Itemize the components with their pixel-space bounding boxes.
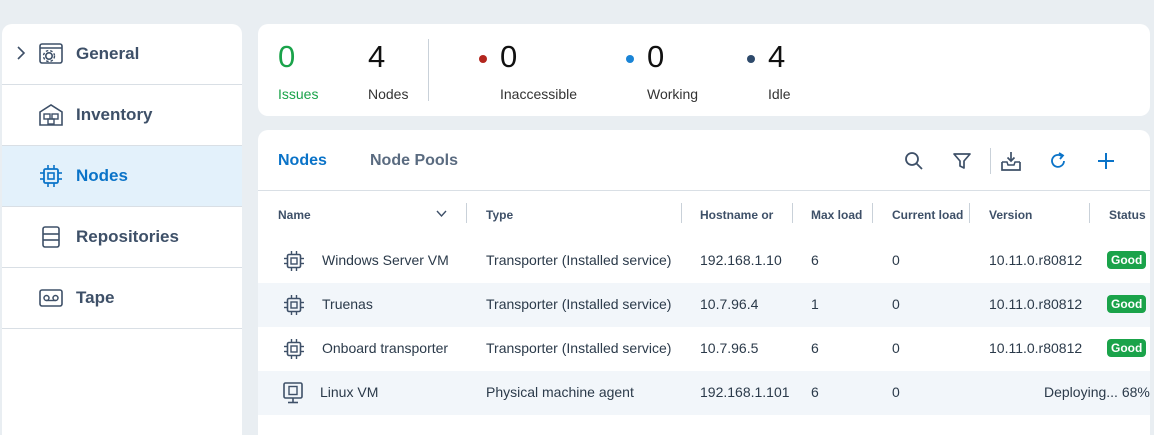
sidebar-item-inventory[interactable]: Inventory [2, 85, 242, 146]
sidebar-item-label: Tape [76, 288, 115, 307]
node-name[interactable]: Truenas [322, 296, 373, 312]
node-max-load: 6 [811, 252, 819, 268]
node-type: Transporter (Installed service) [486, 296, 672, 312]
sidebar-item-repositories[interactable]: Repositories [2, 207, 242, 268]
stat-label: Issues [278, 86, 319, 102]
table-row[interactable]: Linux VM Physical machine agent 192.168.… [258, 371, 1150, 415]
column-header-type[interactable]: Type [486, 208, 513, 222]
status-dot-red [479, 55, 487, 63]
sidebar-item-label: General [76, 44, 140, 63]
column-divider[interactable] [792, 203, 793, 223]
node-current-load: 0 [892, 252, 900, 268]
sidebar-item-label: Nodes [76, 166, 128, 185]
filter-icon[interactable] [951, 150, 973, 172]
node-type: Physical machine agent [486, 384, 634, 400]
search-icon[interactable] [903, 150, 925, 172]
stat-value: 0 [647, 39, 665, 74]
node-max-load: 6 [811, 384, 819, 400]
stat-value: 4 [768, 39, 786, 74]
node-name[interactable]: Linux VM [320, 384, 378, 400]
sidebar: General Inventory Nodes Repositories Tap… [2, 24, 242, 435]
sidebar-item-nodes[interactable]: Nodes [2, 146, 242, 207]
stat-label: Inaccessible [500, 86, 578, 102]
tab-node-pools[interactable]: Node Pools [370, 152, 458, 170]
node-hostname: 10.7.96.5 [700, 340, 759, 356]
status-dot-blue [626, 55, 634, 63]
node-type: Transporter (Installed service) [486, 340, 672, 356]
database-icon [38, 224, 64, 250]
node-current-load: 0 [892, 340, 900, 356]
node-current-load: 0 [892, 296, 900, 312]
column-divider[interactable] [969, 203, 970, 223]
tab-bar: Nodes Node Pools [258, 130, 1150, 191]
column-header-current-load[interactable]: Current load [892, 208, 963, 222]
chip-icon [284, 339, 304, 359]
node-type: Transporter (Installed service) [486, 252, 672, 268]
stat-issues[interactable]: 0 Issues [278, 39, 319, 103]
chip-icon [38, 163, 64, 189]
node-max-load: 6 [811, 340, 819, 356]
status-badge: Good [1107, 251, 1147, 269]
table-row[interactable]: Windows Server VM Transporter (Installed… [258, 239, 1150, 283]
tab-nodes[interactable]: Nodes [278, 152, 327, 170]
node-version: 10.11.0.r80812 [989, 340, 1083, 356]
stat-value: 4 [368, 39, 386, 74]
inventory-icon [38, 102, 64, 128]
deploy-status: Deploying... 68% [1044, 384, 1150, 400]
monitor-chip-icon [283, 382, 303, 404]
column-divider[interactable] [681, 203, 682, 223]
stat-label: Idle [768, 86, 791, 102]
stat-inaccessible[interactable]: 0 Inaccessible [479, 39, 578, 102]
summary-card: 0 Issues 4 Nodes 0 Inaccessible 0 Workin… [258, 24, 1150, 116]
stat-label: Nodes [368, 86, 409, 102]
table-row[interactable]: Truenas Transporter (Installed service) … [258, 283, 1150, 327]
stat-working[interactable]: 0 Working [626, 39, 699, 102]
column-divider[interactable] [872, 203, 873, 223]
toolbar-divider [990, 148, 991, 174]
status-badge: Good [1107, 295, 1147, 313]
column-header-status[interactable]: Status [1109, 208, 1146, 222]
table-header: Name Type Hostname or Max load Current l… [258, 191, 1150, 239]
tape-icon [38, 285, 64, 311]
chevron-down-icon[interactable] [436, 210, 447, 218]
status-badge: Good [1107, 339, 1147, 357]
sidebar-item-label: Repositories [76, 227, 179, 246]
column-header-max-load[interactable]: Max load [811, 208, 862, 222]
status-dot-navy [747, 55, 755, 63]
chip-icon [284, 295, 304, 315]
column-header-name[interactable]: Name [278, 208, 311, 222]
node-hostname: 10.7.96.4 [700, 296, 759, 312]
column-divider[interactable] [1089, 203, 1090, 223]
refresh-icon[interactable] [1047, 150, 1069, 172]
column-header-hostname[interactable]: Hostname or [700, 208, 773, 222]
column-divider[interactable] [466, 203, 467, 223]
node-hostname: 192.168.1.10 [700, 252, 782, 268]
sidebar-item-label: Inventory [76, 105, 153, 124]
nodes-panel: Nodes Node Pools Name Type Hostname or M… [258, 130, 1150, 435]
node-name[interactable]: Windows Server VM [322, 252, 449, 268]
import-icon[interactable] [1000, 150, 1022, 172]
node-name[interactable]: Onboard transporter [322, 340, 448, 356]
stat-label: Working [647, 86, 699, 102]
chevron-right-icon[interactable] [16, 46, 26, 60]
node-version: 10.11.0.r80812 [989, 252, 1083, 268]
stat-nodes[interactable]: 4 Nodes [368, 39, 409, 103]
chip-icon [284, 251, 304, 271]
node-current-load: 0 [892, 384, 900, 400]
stat-idle[interactable]: 4 Idle [747, 39, 791, 102]
stat-value: 0 [278, 39, 296, 74]
sidebar-item-tape[interactable]: Tape [2, 268, 242, 329]
sidebar-item-general[interactable]: General [2, 24, 242, 85]
add-icon[interactable] [1095, 150, 1117, 172]
node-max-load: 1 [811, 296, 819, 312]
stat-value: 0 [500, 39, 518, 74]
node-version: 10.11.0.r80812 [989, 296, 1083, 312]
node-hostname: 192.168.1.101 [700, 384, 790, 400]
column-header-version[interactable]: Version [989, 208, 1032, 222]
divider [428, 39, 429, 101]
table-row[interactable]: Onboard transporter Transporter (Install… [258, 327, 1150, 371]
gear-window-icon [38, 41, 64, 67]
